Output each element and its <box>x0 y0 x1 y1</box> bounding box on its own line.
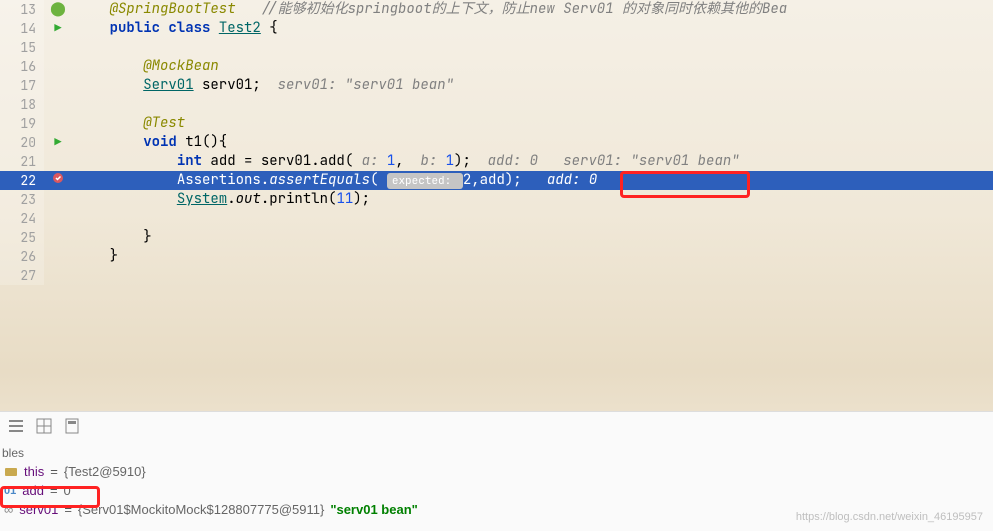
gutter-marker[interactable] <box>44 76 72 95</box>
gutter-marker[interactable] <box>44 209 72 228</box>
variable-row[interactable]: 01 add = 0 <box>0 481 993 500</box>
code-line[interactable]: 15 <box>0 38 993 57</box>
line-number: 13 <box>0 0 44 19</box>
var-value: {Serv01$MockitoMock$128807775@5911} <box>78 502 324 517</box>
code-content[interactable]: } <box>72 228 993 247</box>
code-content[interactable]: @MockBean <box>72 57 993 76</box>
code-content[interactable] <box>72 266 993 285</box>
gutter-marker[interactable] <box>44 190 72 209</box>
gutter-marker[interactable] <box>44 266 72 285</box>
code-content[interactable]: @Test <box>72 114 993 133</box>
line-number: 16 <box>0 57 44 76</box>
highlight-box-var <box>0 486 100 508</box>
line-number: 22 <box>0 171 44 190</box>
vars-tree-icon[interactable] <box>8 418 24 434</box>
var-name: this <box>24 464 44 479</box>
gutter-marker[interactable]: ⬤ <box>44 0 72 19</box>
line-number: 23 <box>0 190 44 209</box>
code-line[interactable]: 27 <box>0 266 993 285</box>
gutter-marker[interactable] <box>44 38 72 57</box>
gutter-marker[interactable] <box>44 171 72 190</box>
code-line[interactable]: 18 <box>0 95 993 114</box>
line-number: 27 <box>0 266 44 285</box>
code-content[interactable]: Assertions.assertEquals( expected: 2,add… <box>72 171 993 190</box>
line-number: 20 <box>0 133 44 152</box>
gutter-marker[interactable] <box>44 57 72 76</box>
panel-toolbar <box>0 412 993 440</box>
line-number: 24 <box>0 209 44 228</box>
code-line[interactable]: 26 } <box>0 247 993 266</box>
code-line[interactable]: 25 } <box>0 228 993 247</box>
line-number: 26 <box>0 247 44 266</box>
code-content[interactable]: System.out.println(11); <box>72 190 993 209</box>
code-editor[interactable]: 13⬤ @SpringBootTest //能够初始化springboot的上下… <box>0 0 993 380</box>
line-number: 14 <box>0 19 44 38</box>
code-line[interactable]: 14▶ public class Test2 { <box>0 19 993 38</box>
code-line[interactable]: 13⬤ @SpringBootTest //能够初始化springboot的上下… <box>0 0 993 19</box>
gutter-marker[interactable]: ▶ <box>44 133 72 152</box>
gutter-marker[interactable] <box>44 247 72 266</box>
code-line[interactable]: 23 System.out.println(11); <box>0 190 993 209</box>
variables-header: bles <box>0 440 993 462</box>
code-line[interactable]: 24 <box>0 209 993 228</box>
line-number: 15 <box>0 38 44 57</box>
gutter-marker[interactable] <box>44 95 72 114</box>
line-number: 18 <box>0 95 44 114</box>
code-content[interactable]: int add = serv01.add( a: 1, b: 1); add: … <box>72 152 993 171</box>
watermark: https://blog.csdn.net/weixin_46195957 <box>796 511 983 523</box>
line-number: 17 <box>0 76 44 95</box>
code-content[interactable]: Serv01 serv01; serv01: "serv01 bean" <box>72 76 993 95</box>
variable-row[interactable]: this = {Test2@5910} <box>0 462 993 481</box>
code-content[interactable]: void t1(){ <box>72 133 993 152</box>
code-line[interactable]: 22 Assertions.assertEquals( expected: 2,… <box>0 171 993 190</box>
calculator-icon[interactable] <box>64 418 80 434</box>
line-number: 25 <box>0 228 44 247</box>
code-content[interactable] <box>72 209 993 228</box>
code-line[interactable]: 19 @Test <box>0 114 993 133</box>
gutter-marker[interactable]: ▶ <box>44 19 72 38</box>
gutter-marker[interactable] <box>44 152 72 171</box>
code-content[interactable]: public class Test2 { <box>72 19 993 38</box>
code-line[interactable]: 21 int add = serv01.add( a: 1, b: 1); ad… <box>0 152 993 171</box>
code-content[interactable] <box>72 95 993 114</box>
code-content[interactable] <box>72 38 993 57</box>
code-content[interactable]: } <box>72 247 993 266</box>
code-line[interactable]: 20▶ void t1(){ <box>0 133 993 152</box>
code-line[interactable]: 16 @MockBean <box>0 57 993 76</box>
line-number: 19 <box>0 114 44 133</box>
gutter-marker[interactable] <box>44 228 72 247</box>
code-line[interactable]: 17 Serv01 serv01; serv01: "serv01 bean" <box>0 76 993 95</box>
code-content[interactable]: @SpringBootTest //能够初始化springboot的上下文，防止… <box>72 0 993 19</box>
var-value: {Test2@5910} <box>64 464 146 479</box>
highlight-box-inline <box>620 171 750 198</box>
table-view-icon[interactable] <box>36 418 52 434</box>
line-number: 21 <box>0 152 44 171</box>
gutter-marker[interactable] <box>44 114 72 133</box>
